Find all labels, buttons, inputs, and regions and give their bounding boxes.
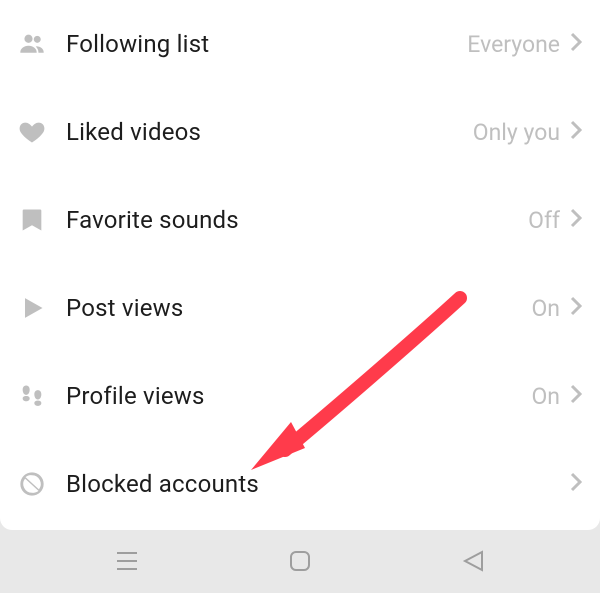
row-following-list[interactable]: Following list Everyone: [18, 0, 582, 88]
play-icon: [18, 294, 66, 322]
row-label: Profile views: [66, 382, 205, 410]
row-value: Off: [528, 207, 560, 234]
chevron-right-icon: [570, 384, 582, 408]
system-nav-bar: [0, 530, 600, 592]
row-blocked-accounts[interactable]: Blocked accounts: [18, 440, 582, 528]
row-value: Everyone: [467, 31, 560, 58]
chevron-right-icon: [570, 472, 582, 496]
row-liked-videos[interactable]: Liked videos Only you: [18, 88, 582, 176]
nav-home-button[interactable]: [260, 549, 340, 573]
chevron-right-icon: [570, 120, 582, 144]
chevron-right-icon: [570, 296, 582, 320]
row-label: Liked videos: [66, 118, 201, 146]
row-label: Post views: [66, 294, 183, 322]
row-value: Only you: [473, 119, 560, 146]
chevron-right-icon: [570, 32, 582, 56]
row-value: On: [531, 383, 560, 410]
nav-back-button[interactable]: [433, 549, 513, 573]
chevron-right-icon: [570, 208, 582, 232]
row-post-views[interactable]: Post views On: [18, 264, 582, 352]
bookmark-icon: [18, 206, 66, 234]
row-label: Blocked accounts: [66, 470, 259, 498]
row-label: Favorite sounds: [66, 206, 239, 234]
row-profile-views[interactable]: Profile views On: [18, 352, 582, 440]
row-label: Following list: [66, 30, 209, 58]
settings-list: Following list Everyone Liked videos Onl…: [0, 0, 600, 530]
nav-recent-button[interactable]: [87, 550, 167, 572]
blocked-icon: [18, 470, 66, 498]
row-favorite-sounds[interactable]: Favorite sounds Off: [18, 176, 582, 264]
row-value: On: [531, 295, 560, 322]
footprints-icon: [18, 382, 66, 410]
people-icon: [18, 30, 66, 58]
heart-icon: [18, 118, 66, 146]
